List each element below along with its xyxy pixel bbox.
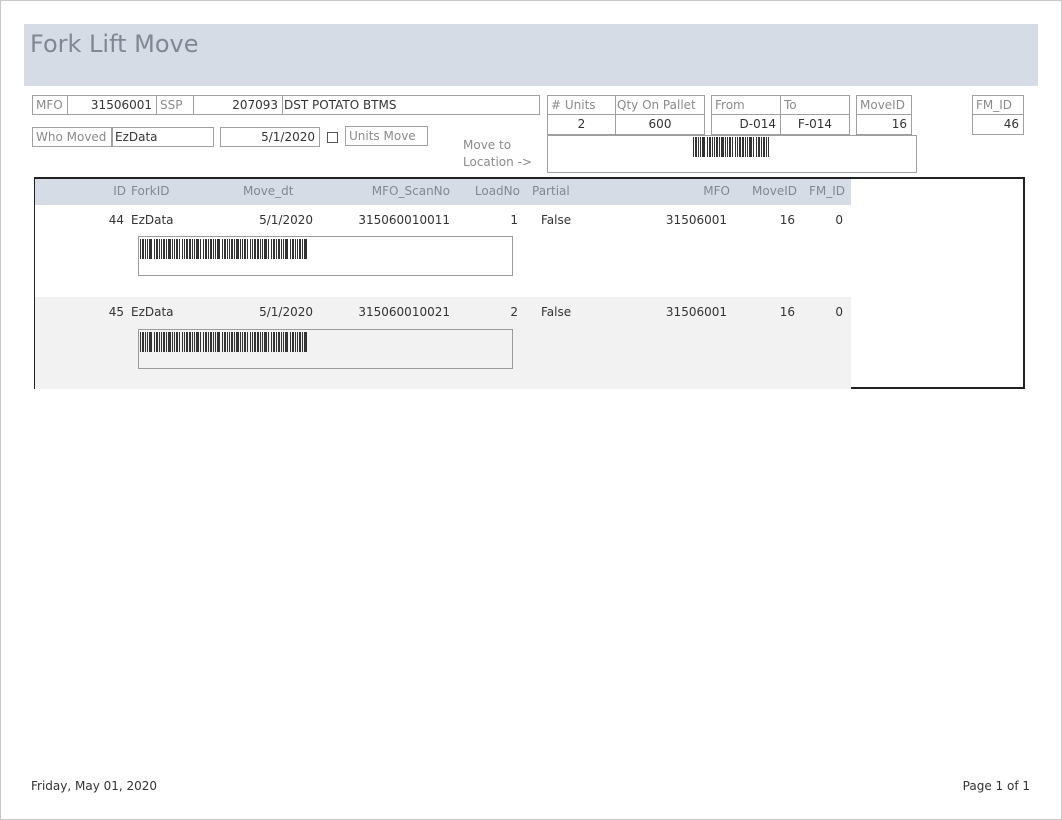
fmid-field[interactable]: 46 (972, 115, 1024, 135)
moveid-field[interactable]: 16 (856, 115, 912, 135)
cell-moveid: 16 (779, 213, 795, 227)
col-header-mfo: MFO (703, 184, 730, 198)
units-label: # Units (547, 95, 616, 115)
qty-on-pallet-field[interactable]: 600 (615, 115, 705, 135)
moveid-label: MoveID (856, 95, 912, 115)
cell-scan-no: 315060010021 (358, 305, 450, 319)
report-title: Fork Lift Move (30, 30, 199, 58)
move-date-field[interactable]: 5/1/2020 (220, 127, 320, 147)
cell-mfo: 31506001 (665, 305, 727, 319)
cell-id: 45 (108, 305, 124, 319)
move-to-label-line1: Move to (463, 138, 512, 152)
cell-id: 44 (108, 213, 124, 227)
units-field[interactable]: 2 (547, 115, 616, 135)
mfo-field[interactable]: 31506001 (67, 95, 157, 115)
col-header-moveid: MoveID (752, 184, 797, 198)
cell-partial: False (541, 213, 572, 227)
cell-move-dt: 5/1/2020 (259, 213, 313, 227)
who-moved-field[interactable]: EzData (112, 127, 214, 147)
cell-mfo: 31506001 (665, 213, 727, 227)
cell-forkid: EzData (131, 305, 174, 319)
col-header-scan-no: MFO_ScanNo (371, 184, 450, 198)
col-header-forkid: ForkID (131, 184, 170, 198)
cell-load-no: 1 (510, 213, 518, 227)
cell-load-no: 2 (510, 305, 518, 319)
cell-scan-no: 315060010011 (358, 213, 450, 227)
who-moved-label: Who Moved (32, 127, 112, 147)
cell-moveid: 16 (779, 305, 795, 319)
scan-barcode (140, 332, 308, 352)
move-to-label-line2: Location -> (463, 155, 532, 169)
scan-barcode (140, 239, 308, 259)
mfo-label: MFO (32, 95, 68, 115)
page-number: Page 1 of 1 (962, 779, 1030, 793)
col-header-fm-id: FM_ID (808, 184, 845, 198)
units-move-label: Units Move (345, 126, 428, 146)
cell-fm-id: 0 (835, 305, 843, 319)
fmid-label: FM_ID (972, 95, 1024, 115)
footer-date: Friday, May 01, 2020 (31, 779, 158, 793)
cell-forkid: EzData (131, 213, 174, 227)
ssp-description[interactable]: DST POTATO BTMS (282, 95, 540, 115)
col-header-id: ID (113, 184, 126, 198)
col-header-load-no: LoadNo (474, 184, 520, 198)
location-barcode (693, 137, 770, 157)
ssp-label: SSP (156, 95, 194, 115)
col-header-move-dt: Move_dt (243, 184, 294, 198)
col-header-partial: Partial (532, 184, 570, 198)
cell-fm-id: 0 (835, 213, 843, 227)
to-label: To (780, 95, 850, 115)
from-field[interactable]: D-014 (711, 115, 781, 135)
qty-on-pallet-label: Qty On Pallet (615, 95, 705, 115)
to-field[interactable]: F-014 (780, 115, 850, 135)
units-move-checkbox[interactable] (327, 132, 338, 143)
cell-move-dt: 5/1/2020 (259, 305, 313, 319)
ssp-field[interactable]: 207093 (193, 95, 283, 115)
cell-partial: False (541, 305, 572, 319)
from-label: From (711, 95, 781, 115)
